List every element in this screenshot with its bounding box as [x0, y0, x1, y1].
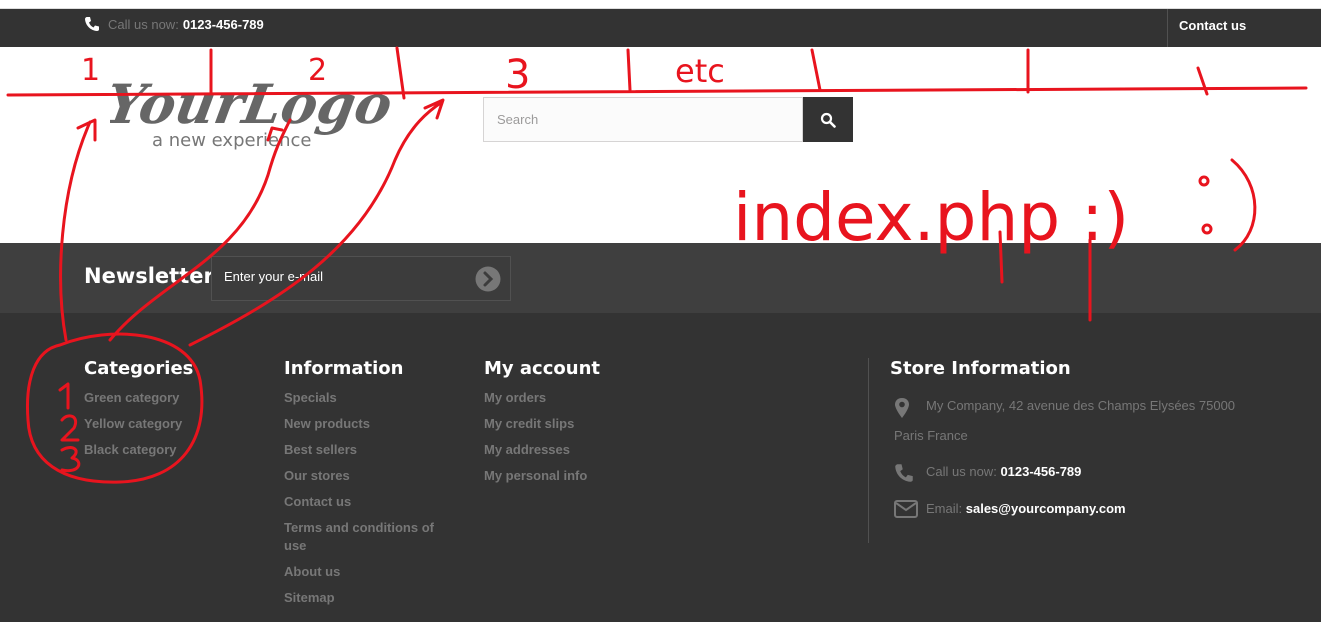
phone-icon [895, 464, 913, 482]
newsletter-bar: Newsletter Enter your e-mail [0, 243, 1321, 313]
newsletter-email-field[interactable]: Enter your e-mail [211, 256, 511, 301]
store-address-line2: Paris France [894, 428, 968, 443]
category-link[interactable]: Green category [84, 389, 264, 407]
header: YourLogo a new experience [0, 47, 1321, 243]
footer-my-account: My account My orders My credit slips My … [484, 358, 684, 493]
top-call-us: Call us now: 0123-456-789 [84, 16, 264, 32]
phone-icon [85, 17, 99, 31]
info-link[interactable]: Sitemap [284, 589, 444, 607]
top-call-label: Call us now: [108, 16, 179, 32]
search-input[interactable] [483, 97, 803, 142]
store-title: Store Information [890, 358, 1071, 379]
account-title: My account [484, 358, 600, 379]
site-logo[interactable]: YourLogo a new experience [110, 71, 400, 151]
store-email: Email: sales@yourcompany.com [890, 494, 1288, 524]
store-call-label: Call us now: [926, 464, 997, 479]
store-phone: Call us now: 0123-456-789 [890, 457, 1288, 487]
account-link[interactable]: My personal info [484, 467, 684, 485]
info-link[interactable]: Best sellers [284, 441, 444, 459]
envelope-icon [894, 500, 918, 518]
map-marker-icon [895, 398, 909, 418]
info-link[interactable]: Contact us [284, 493, 444, 511]
store-address: My Company, 42 avenue des Champs Elysées… [890, 391, 1288, 451]
top-bar: Call us now: 0123-456-789 Contact us [0, 0, 1321, 47]
account-link[interactable]: My orders [484, 389, 684, 407]
store-call-number: 0123-456-789 [1000, 464, 1082, 479]
category-link[interactable]: Black category [84, 441, 264, 459]
newsletter-title: Newsletter [84, 264, 214, 288]
search-icon [820, 112, 836, 128]
browser-edge [0, 0, 1321, 9]
info-link[interactable]: Specials [284, 389, 444, 407]
store-email-label: Email: [926, 501, 963, 516]
arrow-right-circle-icon[interactable] [475, 266, 501, 292]
logo-text: YourLogo [110, 72, 397, 136]
footer-information: Information Specials New products Best s… [284, 358, 444, 615]
search-button[interactable] [803, 97, 853, 142]
newsletter-input-placeholder: Enter your e-mail [224, 269, 323, 284]
categories-title: Categories [84, 358, 194, 379]
info-link[interactable]: New products [284, 415, 444, 433]
footer-store-information: Store Information My Company, 42 avenue … [868, 358, 1288, 543]
search-form [483, 97, 853, 142]
footer-categories: Categories Green category Yellow categor… [84, 358, 264, 467]
footer: Categories Green category Yellow categor… [0, 313, 1321, 622]
info-link[interactable]: About us [284, 563, 444, 581]
account-link[interactable]: My addresses [484, 441, 684, 459]
category-link[interactable]: Yellow category [84, 415, 264, 433]
info-link[interactable]: Our stores [284, 467, 444, 485]
info-link[interactable]: Terms and conditions of use [284, 519, 444, 555]
account-link[interactable]: My credit slips [484, 415, 684, 433]
logo-tagline: a new experience [152, 130, 311, 151]
store-email-link[interactable]: sales@yourcompany.com [966, 501, 1126, 516]
information-title: Information [284, 358, 404, 379]
contact-us-link[interactable]: Contact us [1167, 9, 1321, 47]
top-call-number[interactable]: 0123-456-789 [183, 17, 264, 32]
store-address-line1: My Company, 42 avenue des Champs Elysées… [926, 398, 1236, 413]
